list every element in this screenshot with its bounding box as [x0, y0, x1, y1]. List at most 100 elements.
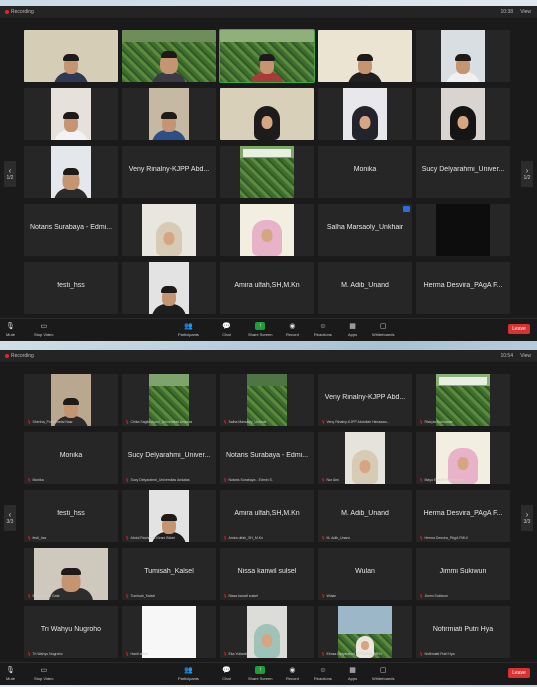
- participants-button[interactable]: 👥 Participants: [178, 666, 199, 681]
- participant-tile[interactable]: [24, 30, 118, 82]
- participant-tile[interactable]: Amira ulfah,SH,M.Kn 🎙Amira ulfah_SH_M.Kn: [220, 490, 314, 542]
- participant-tile[interactable]: [122, 262, 216, 314]
- participant-tile[interactable]: Monika: [318, 146, 412, 198]
- participant-tile[interactable]: 🎙Sherina_Putri Ariefal Nasr: [24, 374, 118, 426]
- participant-tile[interactable]: Nofirmiati Putri Hya 🎙Nofirmiati Putri H…: [416, 606, 510, 658]
- view-button[interactable]: View: [520, 353, 531, 359]
- participant-tile[interactable]: Nissa kanwil sulsel 🎙Nissa kanwil sulsel: [220, 548, 314, 600]
- participant-tile[interactable]: M. Adib_Unand: [318, 262, 412, 314]
- mute-button[interactable]: 🎙 Mute: [6, 322, 15, 337]
- apps-icon: ▦: [349, 667, 356, 674]
- participant-tile[interactable]: 🎙Nur Aini: [318, 432, 412, 484]
- participant-name: Nissa kanwil sulsel: [237, 568, 297, 575]
- apps-button[interactable]: ▦ Apps: [348, 666, 357, 681]
- participant-tile[interactable]: [416, 204, 510, 256]
- chat-button[interactable]: 💬 Chat: [222, 666, 231, 681]
- share-screen-button[interactable]: ↑ Share Screen: [248, 322, 272, 337]
- view-button[interactable]: View: [520, 9, 531, 15]
- whiteboards-button[interactable]: ▢ Whiteboards: [372, 666, 394, 681]
- stop-video-button[interactable]: ▭ Stop Video: [34, 322, 54, 337]
- stop-video-button[interactable]: ▭ Stop Video: [34, 666, 54, 681]
- participant-tile[interactable]: [416, 88, 510, 140]
- participant-tile[interactable]: Amira ulfah,SH,M.Kn: [220, 262, 314, 314]
- recording-indicator[interactable]: Recording: [5, 353, 34, 359]
- participant-caption: 🎙Mayo Elanah Rachmayani: [419, 478, 466, 482]
- participant-tile[interactable]: [416, 30, 510, 82]
- reactions-button[interactable]: ☺ Reactions: [314, 322, 332, 338]
- participant-caption: 🎙Elrosa Delyarahmi_PPAGFM_BRIN: [321, 652, 382, 656]
- person-hair: [259, 54, 275, 61]
- participant-tile[interactable]: 🎙Elrosa Delyarahmi_PPAGFM_BRIN: [318, 606, 412, 658]
- participant-caption: 🎙Tumisah_Kalsel: [125, 594, 156, 598]
- participant-tile[interactable]: Veny Rinalny-KJPP Abd...: [122, 146, 216, 198]
- participant-tile[interactable]: [122, 88, 216, 140]
- video-feed: [149, 374, 189, 426]
- chat-icon: 💬: [222, 667, 231, 674]
- participant-tile[interactable]: Herma Desvira_PAgA F...: [416, 262, 510, 314]
- muted-mic-icon: 🎙: [321, 478, 326, 482]
- participant-tile[interactable]: festi_hss 🎙festi_hss: [24, 490, 118, 542]
- participant-tile[interactable]: festi_hss: [24, 262, 118, 314]
- participant-tile[interactable]: [318, 30, 412, 82]
- participant-tile[interactable]: Notaris Surabaya - Edmi...: [24, 204, 118, 256]
- participant-tile[interactable]: [220, 88, 314, 140]
- participant-tile[interactable]: Notaris Surabaya - Edmi... 🎙Notaris Sura…: [220, 432, 314, 484]
- participant-tile[interactable]: [122, 204, 216, 256]
- participant-tile[interactable]: [318, 88, 412, 140]
- participant-tile[interactable]: Veny Rinalny-KJPP Abd... 🎙Veny Rinalny-K…: [318, 374, 412, 426]
- person-hair: [161, 51, 177, 58]
- video-feed: [441, 88, 485, 140]
- whiteboards-button[interactable]: ▢ Whiteboards: [372, 322, 394, 337]
- next-page-button[interactable]: › 1/2: [521, 161, 533, 187]
- participant-tile[interactable]: [220, 146, 314, 198]
- participant-tile[interactable]: 🎙Salha Marsaoly_Unkhair: [220, 374, 314, 426]
- reactions-button[interactable]: ☺ Reactions: [314, 666, 332, 682]
- leave-button[interactable]: Leave: [508, 668, 530, 678]
- participant-tile[interactable]: Monika 🎙Monika: [24, 432, 118, 484]
- participant-tile[interactable]: [220, 204, 314, 256]
- participant-name: Monika: [353, 166, 377, 173]
- participant-tile[interactable]: Sucy Delyarahmi_Univer... 🎙Sucy Delyarah…: [122, 432, 216, 484]
- participant-tile[interactable]: Sucy Delyarahmi_Univer...: [416, 146, 510, 198]
- person-face: [261, 229, 273, 242]
- participant-tile[interactable]: Tri Wahyu Nugroho 🎙Tri Wahyu Nugroho: [24, 606, 118, 658]
- participant-tile[interactable]: Wulan 🎙Wulan: [318, 548, 412, 600]
- participant-tile[interactable]: 🎙Beri Rahma Gafa: [24, 548, 118, 600]
- participants-button[interactable]: 👥 Participants: [178, 322, 199, 337]
- participant-tile[interactable]: 🎙Eka Yuliardi: [220, 606, 314, 658]
- participant-caption: 🎙Nissa kanwil sulsel: [223, 594, 258, 598]
- title-bar: Recording 10:38 View: [0, 6, 537, 18]
- participant-tile[interactable]: 🎙Chika Sagita Ayuni_Universitas Andalas: [122, 374, 216, 426]
- participant-tile[interactable]: [24, 88, 118, 140]
- record-button[interactable]: ◉ Record: [286, 666, 299, 681]
- mute-button[interactable]: 🎙 Mute: [6, 666, 15, 681]
- participant-caption: 🎙M. Adib_Unand: [321, 536, 351, 540]
- video-feed: [34, 548, 108, 600]
- chat-button[interactable]: 💬 Chat: [222, 322, 231, 337]
- record-button[interactable]: ◉ Record: [286, 322, 299, 337]
- participant-tile[interactable]: 🎙Hanif afifah: [122, 606, 216, 658]
- apps-button[interactable]: ▦ Apps: [348, 322, 357, 337]
- participant-tile[interactable]: 🎙Abdul Rachmad Kirani Bidari: [122, 490, 216, 542]
- person-hair: [63, 168, 79, 175]
- participant-tile[interactable]: M. Adib_Unand 🎙M. Adib_Unand: [318, 490, 412, 542]
- participant-tile[interactable]: 🎙Mayo Elanah Rachmayani: [416, 432, 510, 484]
- leave-button[interactable]: Leave: [508, 324, 530, 334]
- participant-tile[interactable]: [24, 146, 118, 198]
- participants-icon: 👥: [184, 323, 193, 330]
- participant-tile[interactable]: Salha Marsaoly_Unkhair: [318, 204, 412, 256]
- share-screen-button[interactable]: ↑ Share Screen: [248, 666, 272, 681]
- participant-tile[interactable]: 🎙Rizkyta Kurniawan: [416, 374, 510, 426]
- participant-tile[interactable]: Jimmi Sukiwun 🎙Jimmi Sukiwun: [416, 548, 510, 600]
- participant-tile[interactable]: Tumisah_Kalsel 🎙Tumisah_Kalsel: [122, 548, 216, 600]
- participant-tile-active[interactable]: [219, 29, 315, 83]
- participant-tile[interactable]: [122, 30, 216, 82]
- participant-tile[interactable]: Herma Desvira_PAgA F... 🎙Herma Desvira_P…: [416, 490, 510, 542]
- recording-indicator[interactable]: Recording: [5, 9, 34, 15]
- muted-mic-icon: 🎙: [419, 478, 424, 482]
- participant-caption: 🎙Veny Rinalny-KJPP Abdullah Himawan...: [321, 420, 390, 424]
- next-page-button[interactable]: › 3/3: [521, 505, 533, 531]
- smiley-icon: ☺: [319, 666, 327, 674]
- prev-page-button[interactable]: ‹ 3/3: [4, 505, 16, 531]
- prev-page-button[interactable]: ‹ 1/2: [4, 161, 16, 187]
